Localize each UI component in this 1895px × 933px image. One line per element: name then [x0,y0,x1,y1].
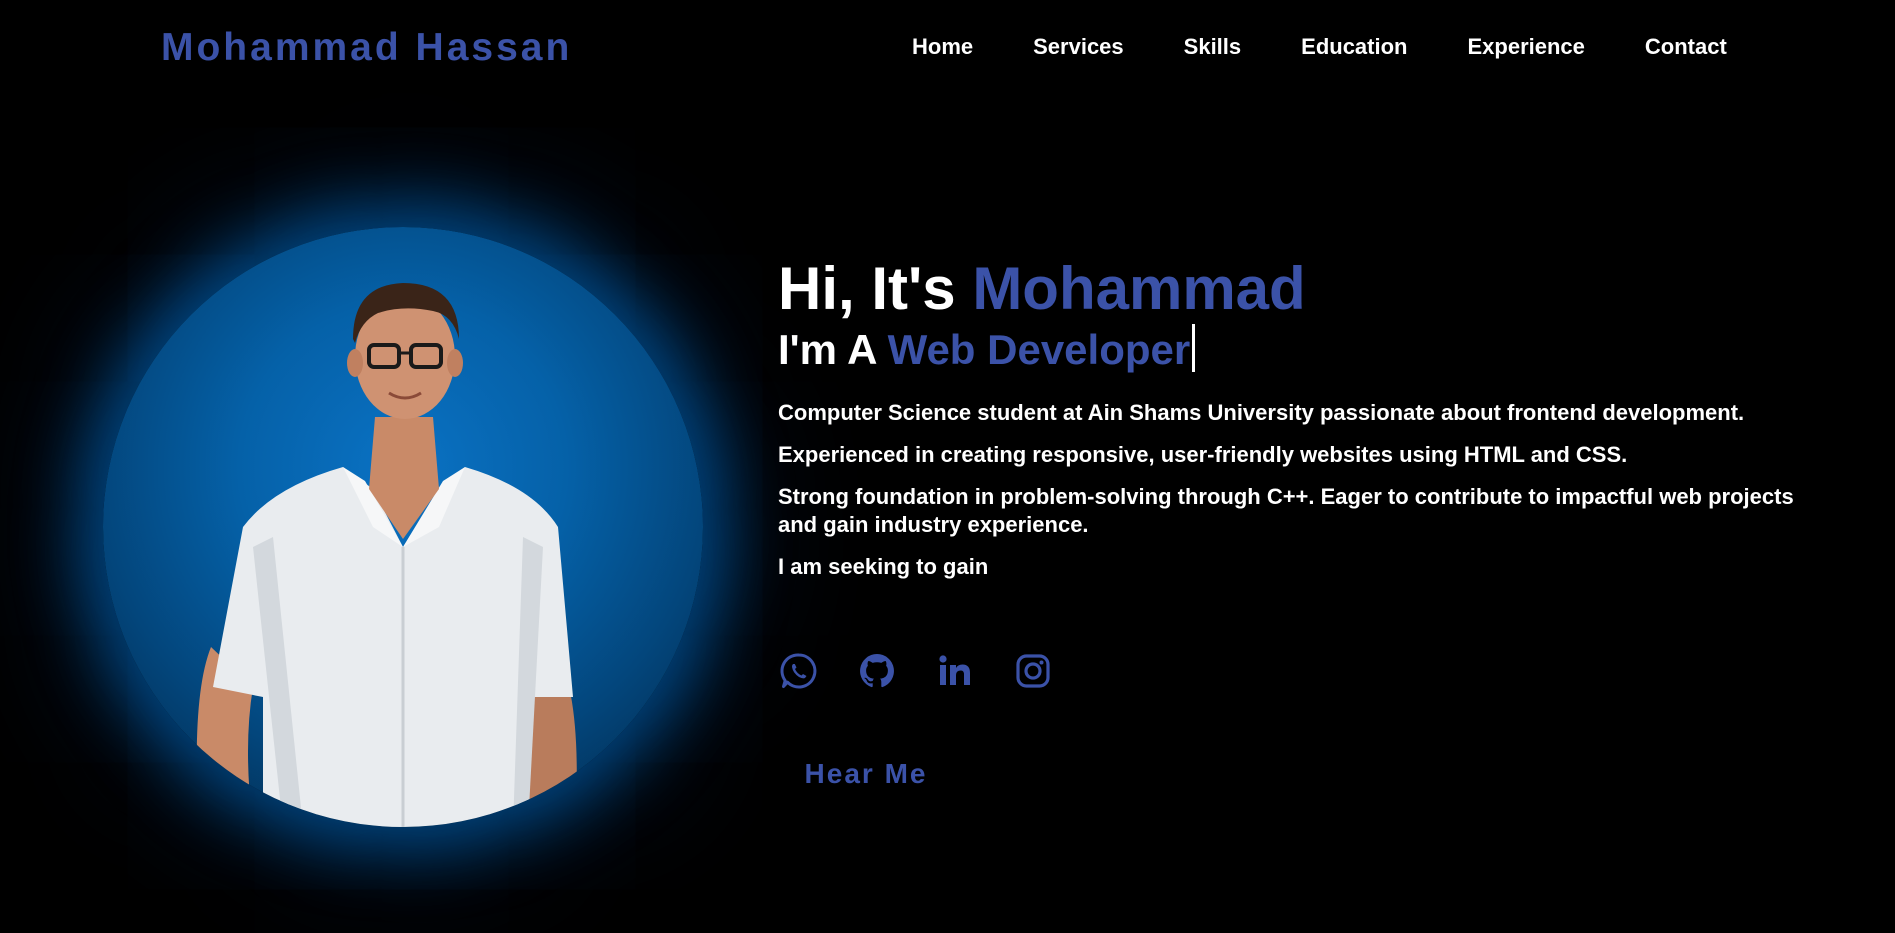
nav-education-link[interactable]: Education [1301,34,1407,60]
instagram-link[interactable] [1012,650,1054,692]
typing-cursor [1192,324,1196,372]
nav-skills-link[interactable]: Skills [1184,34,1241,60]
bio-paragraph-4: I am seeking to gain [778,554,989,579]
linkedin-link[interactable] [934,650,976,692]
nav-contact-link[interactable]: Contact [1645,34,1727,60]
bio-paragraph-2: Experienced in creating responsive, user… [778,442,1628,467]
hero-section: Hi, It's Mohammad I'm A Web Developer Co… [778,254,1808,595]
hear-me-button[interactable]: Hear Me [778,752,954,796]
github-link[interactable] [856,650,898,692]
nav-home-link[interactable]: Home [912,34,973,60]
nav-services-link[interactable]: Services [1033,34,1124,60]
linkedin-icon [939,655,970,685]
whatsapp-link[interactable] [778,650,820,692]
nav-links: Home Services Skills Education Experienc… [912,34,1727,60]
nav-experience-link[interactable]: Experience [1467,34,1584,60]
bio-paragraph-1: Computer Science student at Ain Shams Un… [778,400,1745,425]
whatsapp-icon [780,653,817,689]
role-prefix: I'm A [778,326,876,373]
profile-photo [103,227,703,827]
site-logo[interactable]: Mohammad Hassan [161,26,572,70]
person-illustration [196,283,577,827]
github-icon [860,654,894,688]
hero-subtitle: I'm A Web Developer [778,324,1808,375]
hero-greeting: Hi, It's [778,255,956,322]
social-links [778,650,1090,692]
typed-role: Web Developer [887,326,1191,373]
hero-name: Mohammad [972,255,1306,322]
bio-paragraph-3: Strong foundation in problem-solving thr… [778,484,1794,537]
hero-title: Hi, It's Mohammad [778,254,1808,324]
instagram-icon [1016,654,1050,688]
navbar: Mohammad Hassan Home Services Skills Edu… [0,0,1895,100]
